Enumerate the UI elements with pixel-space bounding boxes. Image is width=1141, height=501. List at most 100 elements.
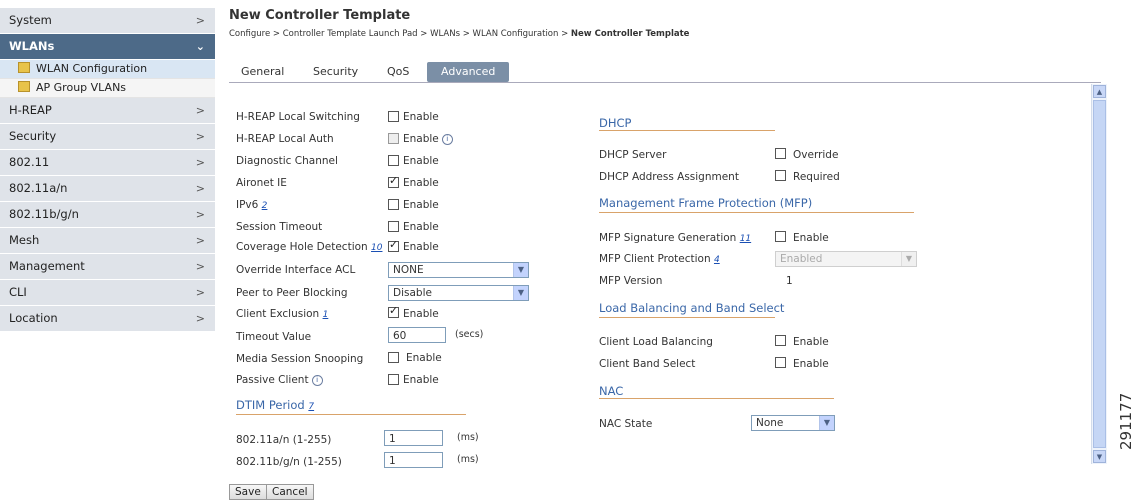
- cancel-button[interactable]: Cancel: [266, 484, 314, 500]
- hreap-local-auth-checkbox[interactable]: [388, 133, 399, 144]
- sidebar-item-label: Mesh: [9, 233, 40, 247]
- enable-text: Enable: [403, 133, 439, 145]
- media-snooping-checkbox[interactable]: [388, 352, 399, 363]
- folder-icon: [18, 62, 30, 73]
- sidebar-item-80211bgn[interactable]: 802.11b/g/n >: [0, 202, 215, 228]
- vertical-scrollbar[interactable]: ▲ ▼: [1091, 84, 1107, 464]
- tab-advanced[interactable]: Advanced: [427, 62, 510, 82]
- sidebar-item-label: WLANs: [9, 39, 55, 53]
- mfp-version-label: MFP Version: [599, 275, 663, 287]
- tab-qos[interactable]: QoS: [387, 62, 409, 82]
- chevron-right-icon: >: [195, 260, 205, 273]
- dtim-b-input[interactable]: 1: [384, 452, 443, 468]
- client-lb-checkbox[interactable]: [775, 335, 786, 346]
- lb-section-title: Load Balancing and Band Select: [599, 301, 785, 315]
- folder-icon: [18, 81, 30, 92]
- override-acl-value: NONE: [393, 264, 424, 276]
- override-acl-select[interactable]: NONE ▼: [388, 262, 529, 278]
- aironet-ie-label: Aironet IE: [236, 177, 287, 189]
- client-bs-checkbox[interactable]: [775, 357, 786, 368]
- dropdown-arrow-icon: ▼: [513, 286, 528, 300]
- passive-client-text: Passive Client: [236, 374, 309, 386]
- sidebar: System > WLANs ⌄ WLAN Configuration AP Gro…: [0, 8, 215, 332]
- p2p-blocking-select[interactable]: Disable ▼: [388, 285, 529, 301]
- enable-label: Enable: [403, 199, 439, 211]
- sidebar-item-system[interactable]: System >: [0, 8, 215, 34]
- aironet-ie-checkbox[interactable]: [388, 174, 399, 188]
- sidebar-item-mesh[interactable]: Mesh >: [0, 228, 215, 254]
- sidebar-item-label: CLI: [9, 285, 27, 299]
- hreap-local-switching-label: H-REAP Local Switching: [236, 111, 360, 123]
- breadcrumb-current: New Controller Template: [570, 29, 690, 39]
- footnote-link[interactable]: 4: [714, 255, 720, 265]
- timeout-value-input[interactable]: 60: [388, 327, 446, 343]
- nac-state-select[interactable]: None ▼: [751, 415, 835, 431]
- p2p-blocking-value: Disable: [393, 287, 432, 299]
- footnote-link[interactable]: 11: [740, 234, 751, 244]
- nac-state-label: NAC State: [599, 418, 653, 430]
- chevron-right-icon: >: [195, 312, 205, 325]
- sidebar-item-80211[interactable]: 802.11 >: [0, 150, 215, 176]
- dhcp-server-override-checkbox[interactable]: [775, 148, 786, 159]
- breadcrumb-path[interactable]: Configure > Controller Template Launch P…: [229, 29, 571, 39]
- ipv6-checkbox[interactable]: [388, 199, 399, 210]
- mfp-client-select[interactable]: Enabled ▼: [775, 251, 917, 267]
- sidebar-subitem-wlan-configuration[interactable]: WLAN Configuration: [0, 60, 215, 79]
- info-icon[interactable]: i: [441, 134, 453, 145]
- sidebar-item-label: Security: [9, 129, 57, 143]
- page-title: New Controller Template: [229, 8, 411, 23]
- footnote-link[interactable]: 10: [371, 243, 382, 253]
- client-exclusion-text: Client Exclusion: [236, 308, 320, 320]
- tab-general[interactable]: General: [241, 62, 284, 82]
- sidebar-item-wlans[interactable]: WLANs ⌄: [0, 34, 215, 60]
- mfp-sig-checkbox[interactable]: [775, 231, 786, 242]
- hreap-local-switching-checkbox[interactable]: [388, 111, 399, 122]
- section-divider: [599, 317, 775, 318]
- ipv6-text: IPv6: [236, 199, 259, 211]
- save-button[interactable]: Save: [229, 484, 267, 500]
- dtim-title-text: DTIM Period: [236, 398, 305, 412]
- timeout-unit: (secs): [455, 329, 484, 340]
- dhcp-section-title: DHCP: [599, 116, 632, 130]
- tab-security[interactable]: Security: [313, 62, 358, 82]
- sidebar-item-label: Location: [9, 311, 58, 325]
- dtim-a-input[interactable]: 1: [384, 430, 443, 446]
- sidebar-item-location[interactable]: Location >: [0, 306, 215, 332]
- scroll-down-icon[interactable]: ▼: [1093, 450, 1106, 463]
- sidebar-item-label: Management: [9, 259, 85, 273]
- mfp-version-value: 1: [786, 275, 793, 287]
- session-timeout-checkbox[interactable]: [388, 221, 399, 232]
- mfp-section-title: Management Frame Protection (MFP): [599, 196, 813, 210]
- dhcp-assign-required-checkbox[interactable]: [775, 170, 786, 181]
- enable-label: Enable: [403, 308, 439, 320]
- footnote-link[interactable]: 2: [262, 201, 268, 211]
- section-divider: [599, 212, 914, 213]
- sidebar-item-hreap[interactable]: H-REAP >: [0, 98, 215, 124]
- client-exclusion-checkbox[interactable]: [388, 304, 399, 318]
- diagnostic-channel-checkbox[interactable]: [388, 155, 399, 166]
- section-divider: [236, 414, 466, 415]
- enable-label: Enable: [793, 358, 829, 370]
- footnote-link[interactable]: 1: [323, 310, 329, 320]
- dtim-a-label: 802.11a/n (1-255): [236, 434, 332, 446]
- sidebar-subitem-label: WLAN Configuration: [36, 62, 148, 75]
- breadcrumb: Configure > Controller Template Launch P…: [229, 29, 689, 39]
- sidebar-subitem-ap-group-vlans[interactable]: AP Group VLANs: [0, 79, 215, 98]
- footnote-link[interactable]: 7: [308, 402, 314, 412]
- sidebar-item-label: 802.11b/g/n: [9, 207, 79, 221]
- coverage-hole-label: Coverage Hole Detection 10: [236, 241, 382, 253]
- info-icon[interactable]: i: [311, 375, 323, 386]
- enable-label: Enable i: [403, 133, 453, 145]
- sidebar-item-80211an[interactable]: 802.11a/n >: [0, 176, 215, 202]
- nac-section-title: NAC: [599, 384, 624, 398]
- coverage-hole-checkbox[interactable]: [388, 238, 399, 252]
- sidebar-item-management[interactable]: Management >: [0, 254, 215, 280]
- sidebar-item-security[interactable]: Security >: [0, 124, 215, 150]
- passive-client-checkbox[interactable]: [388, 374, 399, 385]
- sidebar-item-cli[interactable]: CLI >: [0, 280, 215, 306]
- dtim-section-title: DTIM Period 7: [236, 398, 314, 412]
- section-divider: [599, 398, 834, 399]
- scroll-up-icon[interactable]: ▲: [1093, 85, 1106, 98]
- scrollbar-thumb[interactable]: [1093, 100, 1106, 448]
- chevron-right-icon: >: [195, 234, 205, 247]
